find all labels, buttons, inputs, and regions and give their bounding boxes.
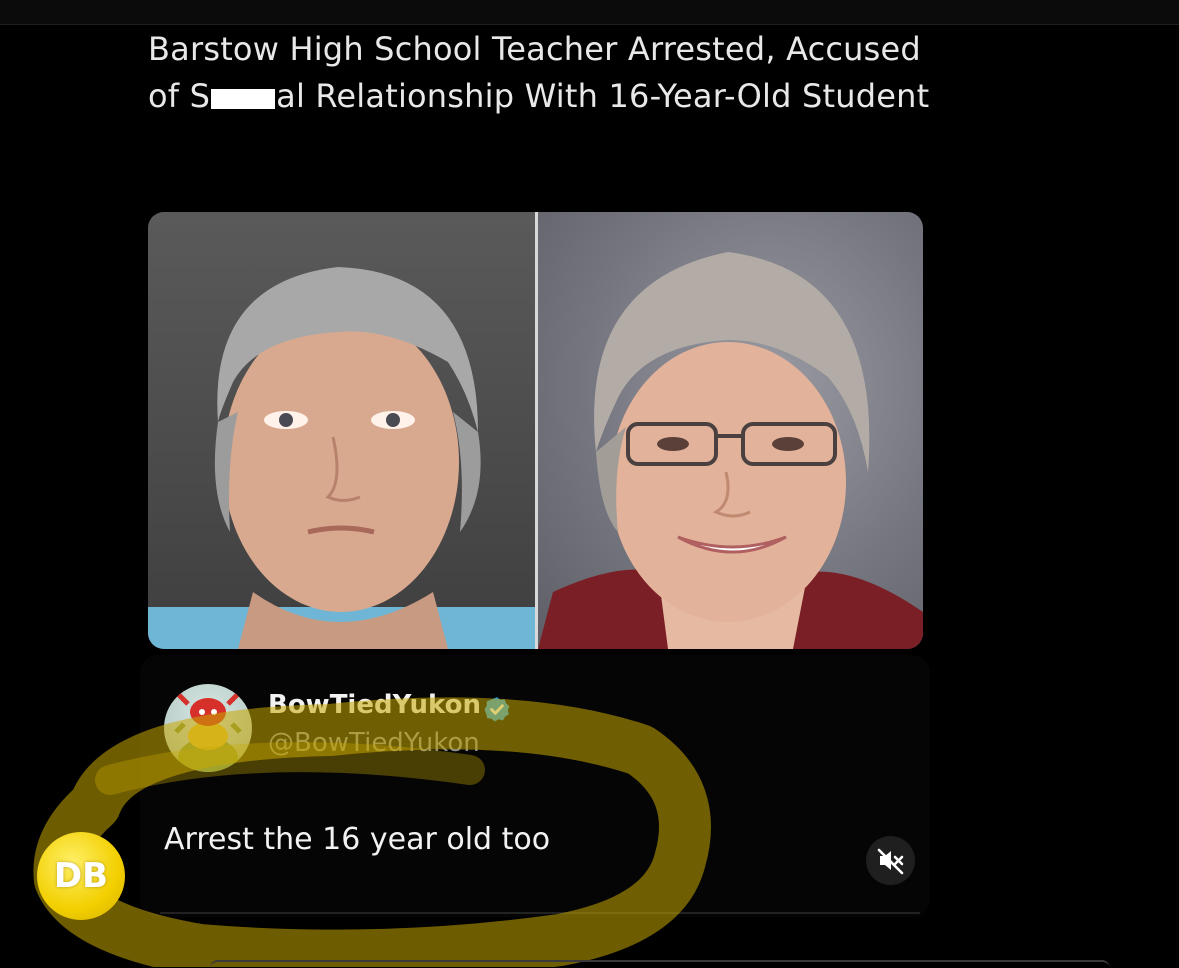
headline-line-2-suffix: al Relationship With 16-Year-Old Student [276, 77, 930, 115]
post-image[interactable] [148, 212, 923, 649]
mugshot-photo [148, 212, 535, 649]
verified-badge-icon [484, 697, 510, 722]
top-bar [0, 0, 1179, 25]
post-headline: Barstow High School Teacher Arrested, Ac… [148, 26, 948, 120]
reply-text: Arrest the 16 year old too [164, 822, 551, 857]
yearbook-photo [538, 212, 923, 649]
reply-author-name[interactable]: BowTiedYukon [268, 690, 481, 720]
headline-line-2-prefix: of S [148, 77, 211, 115]
headline-line-2: of S al Relationship With 16-Year-Old Stu… [148, 73, 948, 120]
reply-card[interactable] [140, 655, 930, 917]
headline-line-1: Barstow High School Teacher Arrested, Ac… [148, 30, 921, 68]
mute-button[interactable] [866, 836, 915, 885]
censor-bar [211, 89, 276, 109]
avatar[interactable] [164, 684, 252, 772]
db-badge: DB [37, 832, 125, 920]
reply-handle[interactable]: @BowTiedYukon [268, 728, 480, 758]
muted-speaker-icon [877, 848, 904, 875]
reply-divider [160, 912, 920, 914]
